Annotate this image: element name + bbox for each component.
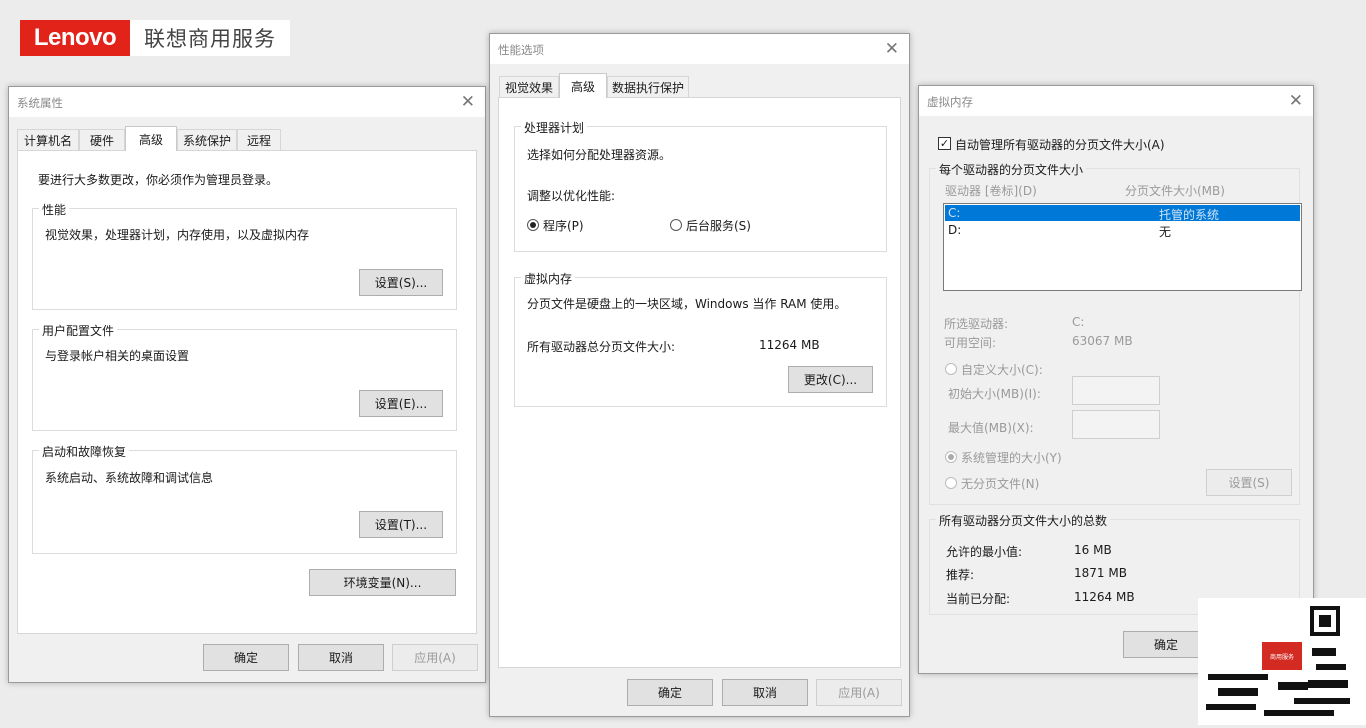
max-size-field[interactable] <box>1072 410 1160 439</box>
minimum-label: 允许的最小值: <box>946 545 1023 559</box>
group-label: 虚拟内存 <box>521 270 576 287</box>
dialog-title: 性能选项 <box>498 43 544 57</box>
no-paging-label[interactable]: 无分页文件(N) <box>961 475 1039 492</box>
per-drive-group: 每个驱动器的分页文件大小 驱动器 [卷标](D) 分页文件大小(MB) C: 托… <box>929 161 1302 505</box>
programs-radio[interactable] <box>527 219 539 231</box>
selected-drive-label: 所选驱动器: <box>944 317 1009 331</box>
group-label: 启动和故障恢复 <box>39 443 130 460</box>
initial-size-label: 初始大小(MB)(I): <box>948 387 1041 401</box>
change-button[interactable]: 更改(C)... <box>788 366 873 393</box>
environment-variables-button[interactable]: 环境变量(N)... <box>309 569 456 596</box>
cancel-button[interactable]: 取消 <box>298 644 384 671</box>
apply-button[interactable]: 应用(A) <box>816 679 902 706</box>
brand-text: 联想商用服务 <box>130 20 290 56</box>
current-value: 11264 MB <box>1074 590 1135 604</box>
virtual-memory-group: 虚拟内存 分页文件是硬盘上的一块区域，Windows 当作 RAM 使用。 所有… <box>514 270 887 407</box>
tab-hardware[interactable]: 硬件 <box>79 129 125 151</box>
list-item[interactable]: C: 托管的系统 <box>945 205 1300 222</box>
tab-computer-name[interactable]: 计算机名 <box>17 129 79 151</box>
tab-remote[interactable]: 远程 <box>237 129 281 151</box>
free-space-value: 63067 MB <box>1072 334 1133 348</box>
dialog-title: 虚拟内存 <box>927 95 973 109</box>
user-profiles-settings-button[interactable]: 设置(E)... <box>359 390 443 417</box>
processor-scheduling-group: 处理器计划 选择如何分配处理器资源。 调整以优化性能: 程序(P) 后台服务(S… <box>514 119 887 252</box>
user-profiles-group: 用户配置文件 与登录帐户相关的桌面设置 设置(E)... <box>32 322 457 431</box>
tab-advanced[interactable]: 高级 <box>125 126 177 151</box>
drive-column-header: 驱动器 [卷标](D) <box>945 184 1037 198</box>
brand-banner: Lenovo 联想商用服务 <box>20 20 290 56</box>
dialog-title: 系统属性 <box>17 96 63 110</box>
qr-code: 商用服务 <box>1198 598 1366 725</box>
adjust-label: 调整以优化性能: <box>527 189 616 203</box>
custom-size-label[interactable]: 自定义大小(C): <box>961 361 1043 378</box>
tab-system-protection[interactable]: 系统保护 <box>177 129 237 151</box>
advanced-panel: 要进行大多数更改，你必须作为管理员登录。 性能 视觉效果，处理器计划，内存使用，… <box>17 150 477 634</box>
selected-drive-value: C: <box>1072 315 1085 329</box>
close-icon[interactable]: ✕ <box>1289 91 1303 111</box>
group-label: 每个驱动器的分页文件大小 <box>936 161 1087 178</box>
group-description: 视觉效果，处理器计划，内存使用，以及虚拟内存 <box>45 228 310 242</box>
cancel-button[interactable]: 取消 <box>722 679 808 706</box>
programs-radio-label[interactable]: 程序(P) <box>543 217 584 234</box>
startup-recovery-settings-button[interactable]: 设置(T)... <box>359 511 443 538</box>
drive-list[interactable]: C: 托管的系统 D: 无 <box>943 203 1302 291</box>
admin-notice: 要进行大多数更改，你必须作为管理员登录。 <box>38 173 279 187</box>
drive-letter: C: <box>948 206 961 220</box>
virtual-memory-dialog: 虚拟内存 ✕ ✓ 自动管理所有驱动器的分页文件大小(A) 每个驱动器的分页文件大… <box>918 85 1314 674</box>
tab-advanced[interactable]: 高级 <box>559 73 607 98</box>
background-services-radio[interactable] <box>670 219 682 231</box>
auto-manage-checkbox[interactable]: ✓ <box>938 137 951 150</box>
system-managed-radio[interactable] <box>945 451 957 463</box>
minimum-value: 16 MB <box>1074 543 1112 557</box>
group-label: 性能 <box>39 201 70 218</box>
tab-dep[interactable]: 数据执行保护 <box>607 76 689 98</box>
free-space-label: 可用空间: <box>944 336 997 350</box>
titlebar: 虚拟内存 ✕ <box>919 86 1313 116</box>
max-size-label: 最大值(MB)(X): <box>948 421 1034 435</box>
titlebar: 性能选项 ✕ <box>490 34 909 64</box>
close-icon[interactable]: ✕ <box>461 92 475 112</box>
custom-size-radio[interactable] <box>945 363 957 375</box>
auto-manage-label[interactable]: 自动管理所有驱动器的分页文件大小(A) <box>955 136 1165 153</box>
group-description: 与登录帐户相关的桌面设置 <box>45 349 190 363</box>
tab-visual-effects[interactable]: 视觉效果 <box>499 76 559 98</box>
apply-button[interactable]: 应用(A) <box>392 644 478 671</box>
performance-group: 性能 视觉效果，处理器计划，内存使用，以及虚拟内存 设置(S)... <box>32 201 457 310</box>
processor-description: 选择如何分配处理器资源。 <box>527 148 672 162</box>
recommended-label: 推荐: <box>946 568 975 582</box>
group-description: 系统启动、系统故障和调试信息 <box>45 471 214 485</box>
drive-size: 托管的系统 <box>1159 208 1220 222</box>
startup-recovery-group: 启动和故障恢复 系统启动、系统故障和调试信息 设置(T)... <box>32 443 457 554</box>
current-label: 当前已分配: <box>946 592 1011 606</box>
list-item[interactable]: D: 无 <box>945 222 1300 239</box>
advanced-panel: 处理器计划 选择如何分配处理器资源。 调整以优化性能: 程序(P) 后台服务(S… <box>498 97 901 668</box>
group-label: 用户配置文件 <box>39 322 118 339</box>
system-managed-label[interactable]: 系统管理的大小(Y) <box>961 449 1062 466</box>
initial-size-field[interactable] <box>1072 376 1160 405</box>
total-paging-value: 11264 MB <box>759 338 820 352</box>
system-properties-dialog: 系统属性 ✕ 计算机名 硬件 高级 系统保护 远程 要进行大多数更改，你必须作为… <box>8 86 486 683</box>
set-button[interactable]: 设置(S) <box>1206 469 1292 496</box>
titlebar: 系统属性 ✕ <box>9 87 485 117</box>
close-icon[interactable]: ✕ <box>885 39 899 59</box>
group-label: 所有驱动器分页文件大小的总数 <box>936 512 1111 529</box>
background-services-label[interactable]: 后台服务(S) <box>686 217 751 234</box>
lenovo-logo: Lenovo <box>20 20 130 56</box>
recommended-value: 1871 MB <box>1074 566 1127 580</box>
drive-letter: D: <box>948 223 962 237</box>
size-column-header: 分页文件大小(MB) <box>1125 184 1225 198</box>
group-label: 处理器计划 <box>521 119 588 136</box>
performance-options-dialog: 性能选项 ✕ 视觉效果 高级 数据执行保护 处理器计划 选择如何分配处理器资源。… <box>489 33 910 717</box>
virtual-memory-description: 分页文件是硬盘上的一块区域，Windows 当作 RAM 使用。 <box>527 297 847 311</box>
ok-button[interactable]: 确定 <box>627 679 713 706</box>
ok-button[interactable]: 确定 <box>203 644 289 671</box>
qr-badge: 商用服务 <box>1262 642 1302 670</box>
drive-size: 无 <box>1159 225 1172 239</box>
total-paging-label: 所有驱动器总分页文件大小: <box>527 340 676 354</box>
no-paging-radio[interactable] <box>945 477 957 489</box>
performance-settings-button[interactable]: 设置(S)... <box>359 269 443 296</box>
ok-button[interactable]: 确定 <box>1123 631 1209 658</box>
